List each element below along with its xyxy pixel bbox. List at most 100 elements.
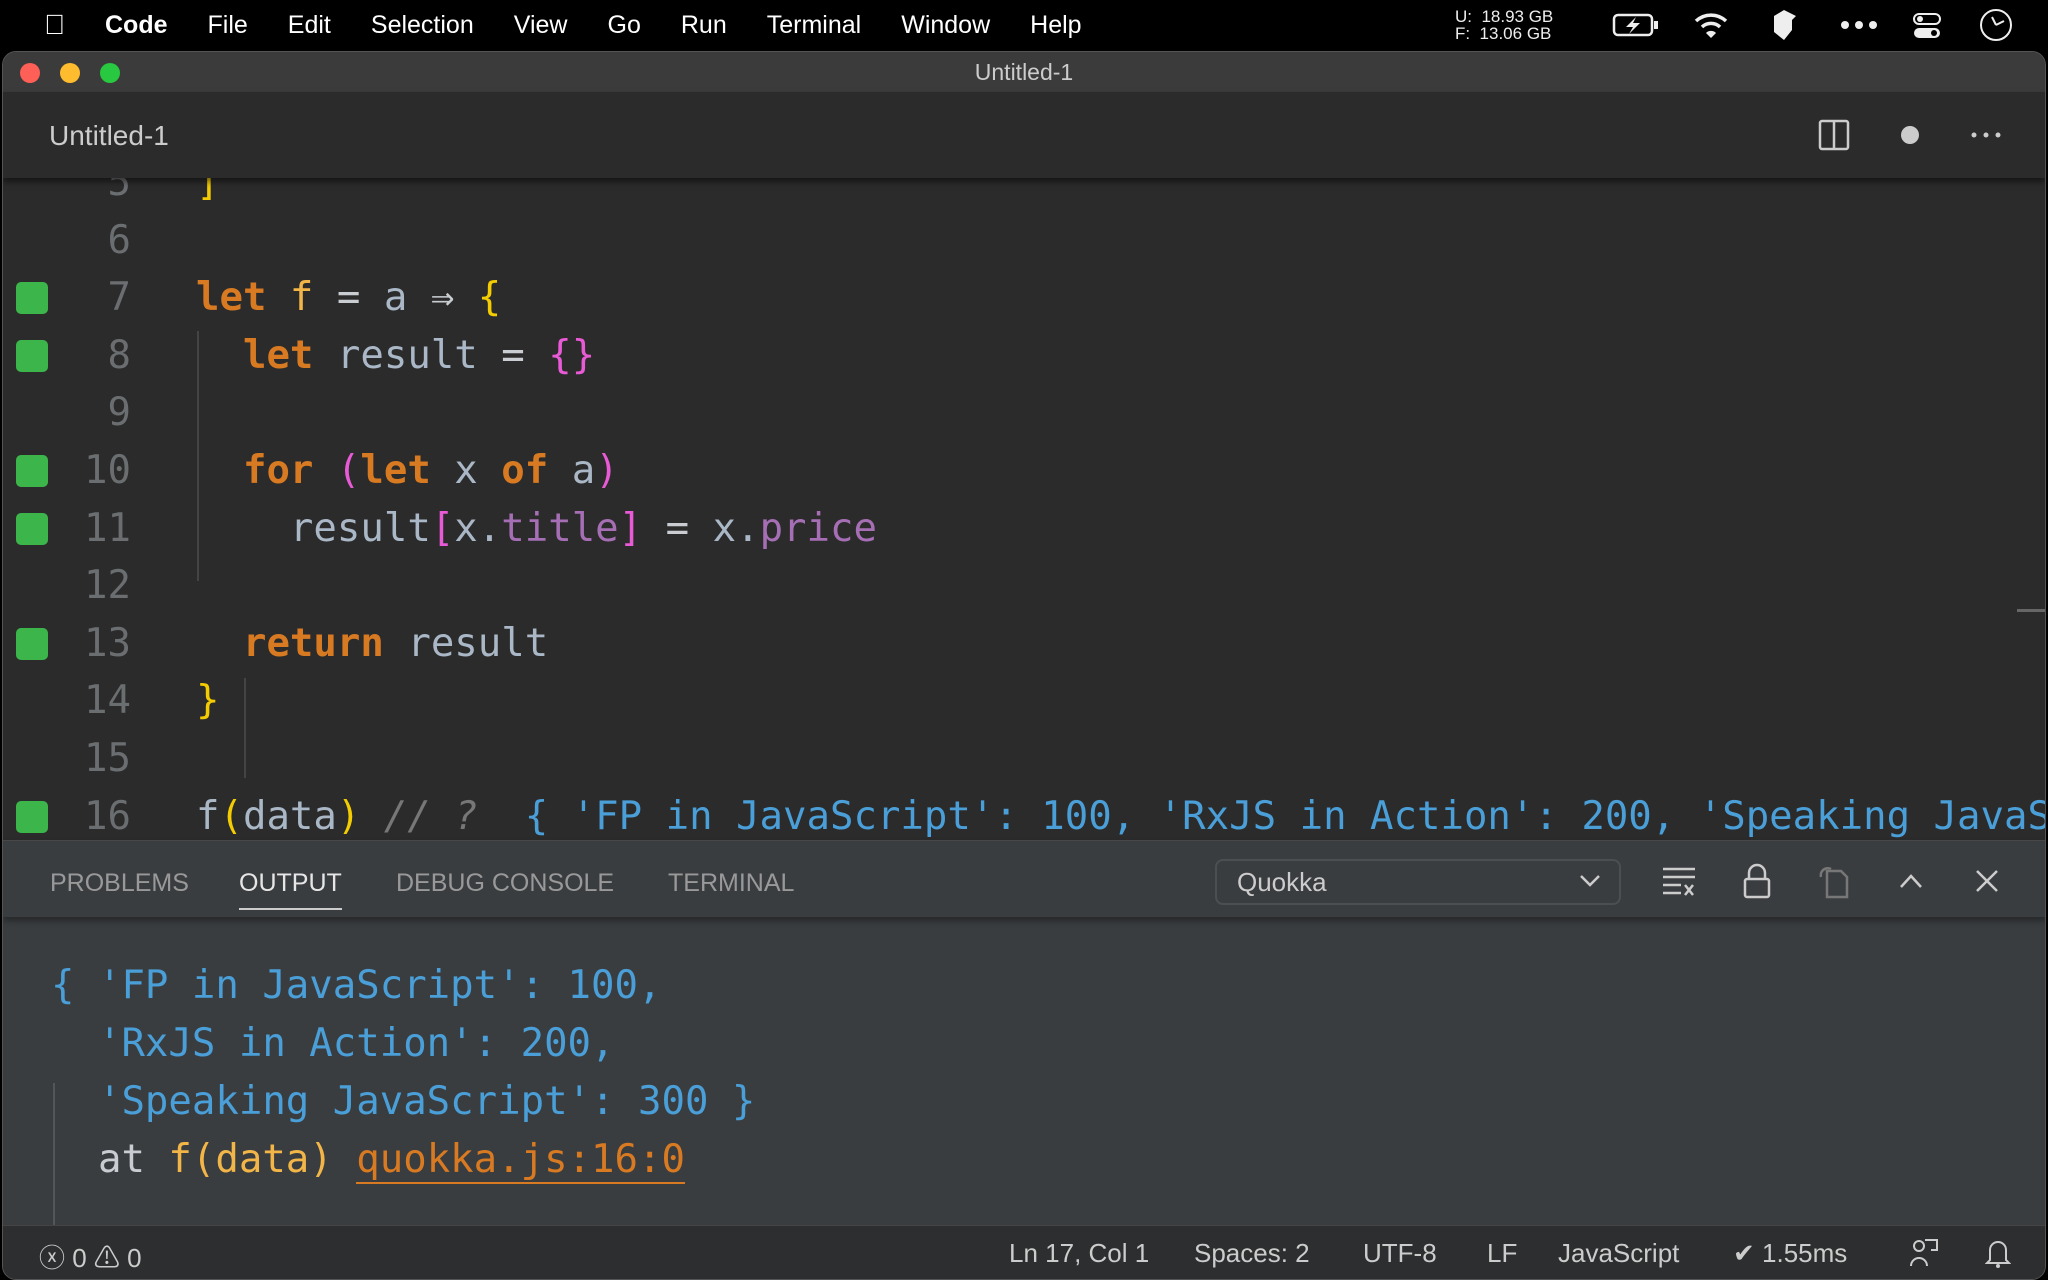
feedback-icon[interactable] xyxy=(1909,1238,1939,1268)
code-line[interactable]: 6 xyxy=(3,212,2045,270)
output-line: 'RxJS in Action': 200, xyxy=(51,1021,615,1066)
code-line[interactable]: 15 xyxy=(3,730,2045,788)
code-line[interactable]: 7 let f = a ⇒ { xyxy=(3,269,2045,327)
code-token: price xyxy=(759,505,877,551)
control-center-icon[interactable] xyxy=(1912,12,1942,40)
unsaved-dot-icon[interactable] xyxy=(1893,118,1927,152)
language-mode[interactable]: JavaScript xyxy=(1558,1238,1679,1269)
code-editor[interactable]: 5] 6 7 let f = a ⇒ {8 let result = {} 9 10 fo… xyxy=(3,178,2045,840)
code-token: let xyxy=(360,448,455,493)
code-line[interactable]: 5] xyxy=(3,178,2045,212)
code-token: result xyxy=(289,505,431,551)
code-token: ] xyxy=(618,505,643,551)
tab-terminal[interactable]: TERMINAL xyxy=(668,869,794,898)
code-line[interactable]: 10 for (let x of a) xyxy=(3,442,2045,500)
warning-count: 0 xyxy=(127,1243,142,1273)
lock-scroll-icon[interactable] xyxy=(1739,863,1775,899)
code-token: = xyxy=(642,505,713,551)
code-token: ⇒ xyxy=(407,275,478,321)
menu-app[interactable]: Code xyxy=(105,11,168,40)
code-token: f xyxy=(196,793,220,839)
more-icon[interactable] xyxy=(1840,20,1878,30)
line-number: 16 xyxy=(84,793,131,839)
minimize-window-button[interactable] xyxy=(60,63,80,83)
bottom-panel: PROBLEMS OUTPUT DEBUG CONSOLE TERMINAL Q… xyxy=(3,840,2045,1251)
tab-output[interactable]: OUTPUT xyxy=(239,869,342,910)
split-editor-icon[interactable] xyxy=(1817,118,1851,152)
menu-terminal[interactable]: Terminal xyxy=(767,11,861,40)
wifi-icon[interactable] xyxy=(1693,10,1729,40)
quokka-timing[interactable]: ✔ 1.55ms xyxy=(1733,1238,1847,1269)
problems-status[interactable]: ⓧ 0 ⚠ 0 xyxy=(39,1238,142,1275)
tab-debug-console[interactable]: DEBUG CONSOLE xyxy=(396,869,614,898)
line-number: 13 xyxy=(84,620,131,666)
apple-icon[interactable]:  xyxy=(44,9,65,41)
window-title: Untitled-1 xyxy=(974,59,1074,85)
code-line[interactable]: 16 f(data) // ? { 'FP in JavaScript': 100… xyxy=(3,788,2045,840)
code-token: for xyxy=(242,448,337,493)
close-panel-icon[interactable] xyxy=(1969,863,2005,899)
code-token: f xyxy=(289,275,314,321)
chevron-down-icon xyxy=(1580,875,1600,887)
output-channel-select[interactable]: Quokka xyxy=(1215,859,1621,905)
menu-go[interactable]: Go xyxy=(608,11,641,40)
output-line: 'Speaking JavaScript': 300 } xyxy=(51,1079,756,1124)
code-token: a xyxy=(571,448,596,493)
more-actions-icon[interactable] xyxy=(1969,118,2003,152)
code-line[interactable]: 8 let result = {} xyxy=(3,327,2045,385)
code-token: = xyxy=(313,275,384,321)
menu-edit[interactable]: Edit xyxy=(288,11,331,40)
open-log-icon[interactable] xyxy=(1817,863,1853,899)
tab-untitled-1[interactable]: Untitled-1 xyxy=(49,120,169,152)
encoding[interactable]: UTF-8 xyxy=(1363,1238,1437,1269)
code-line[interactable]: 11 result[x.title] = x.price xyxy=(3,500,2045,558)
code-token: of xyxy=(501,448,572,493)
code-token: [ xyxy=(430,505,455,551)
code-line[interactable]: 12 xyxy=(3,557,2045,615)
line-number: 8 xyxy=(107,332,131,378)
code-token: ( xyxy=(336,448,361,493)
code-line[interactable]: 14} xyxy=(3,672,2045,730)
code-text: let result = {} xyxy=(196,327,595,385)
menu-run[interactable]: Run xyxy=(681,11,727,40)
menu-file[interactable]: File xyxy=(208,11,248,40)
memory-status[interactable]: U: 18.93 GB F: 13.06 GB xyxy=(1455,0,1553,50)
line-number: 12 xyxy=(84,563,131,609)
end-of-line[interactable]: LF xyxy=(1487,1238,1517,1269)
source-link[interactable]: quokka.js:16:0 xyxy=(356,1137,685,1184)
line-number: 7 xyxy=(107,275,131,321)
close-window-button[interactable] xyxy=(20,63,40,83)
menu-view[interactable]: View xyxy=(514,11,568,40)
line-number: 10 xyxy=(84,448,131,493)
code-text: } xyxy=(196,672,219,730)
zoom-window-button[interactable] xyxy=(100,63,120,83)
line-number: 9 xyxy=(107,390,131,436)
menu-help[interactable]: Help xyxy=(1030,11,1081,40)
code-token: ] xyxy=(196,178,220,205)
battery-charging-icon[interactable] xyxy=(1612,12,1660,38)
output-line: at f(data) quokka.js:16:0 xyxy=(51,1131,685,1189)
code-token: return xyxy=(242,620,408,666)
maximize-panel-icon[interactable] xyxy=(1893,863,1929,899)
notifications-bell-icon[interactable] xyxy=(1985,1238,2011,1268)
editor-tab-bar: Untitled-1 xyxy=(3,92,2045,178)
menu-bar:  Code File Edit Selection View Go Run T… xyxy=(0,0,2048,50)
clock-icon[interactable] xyxy=(1978,7,2014,43)
menu-selection[interactable]: Selection xyxy=(371,11,474,40)
code-token: ) xyxy=(336,793,361,839)
code-token: // ? xyxy=(360,793,502,839)
box-icon[interactable] xyxy=(1770,8,1800,42)
clear-output-icon[interactable] xyxy=(1661,863,1697,899)
indentation[interactable]: Spaces: 2 xyxy=(1194,1238,1310,1269)
code-text: f(data) // ? { 'FP in JavaScript': 100, … xyxy=(196,788,2045,840)
tab-problems[interactable]: PROBLEMS xyxy=(50,869,189,898)
code-line[interactable]: 13 return result xyxy=(3,615,2045,673)
code-text: result[x.title] = x.price xyxy=(196,500,877,558)
menu-window[interactable]: Window xyxy=(901,11,990,40)
cursor-position[interactable]: Ln 17, Col 1 xyxy=(1009,1238,1149,1269)
code-line[interactable]: 9 xyxy=(3,384,2045,442)
code-token: { 'FP in JavaScript': 100, 'RxJS in Acti… xyxy=(524,793,2045,839)
title-bar: Untitled-1 xyxy=(3,52,2045,92)
output-call: f(data) xyxy=(168,1137,357,1182)
